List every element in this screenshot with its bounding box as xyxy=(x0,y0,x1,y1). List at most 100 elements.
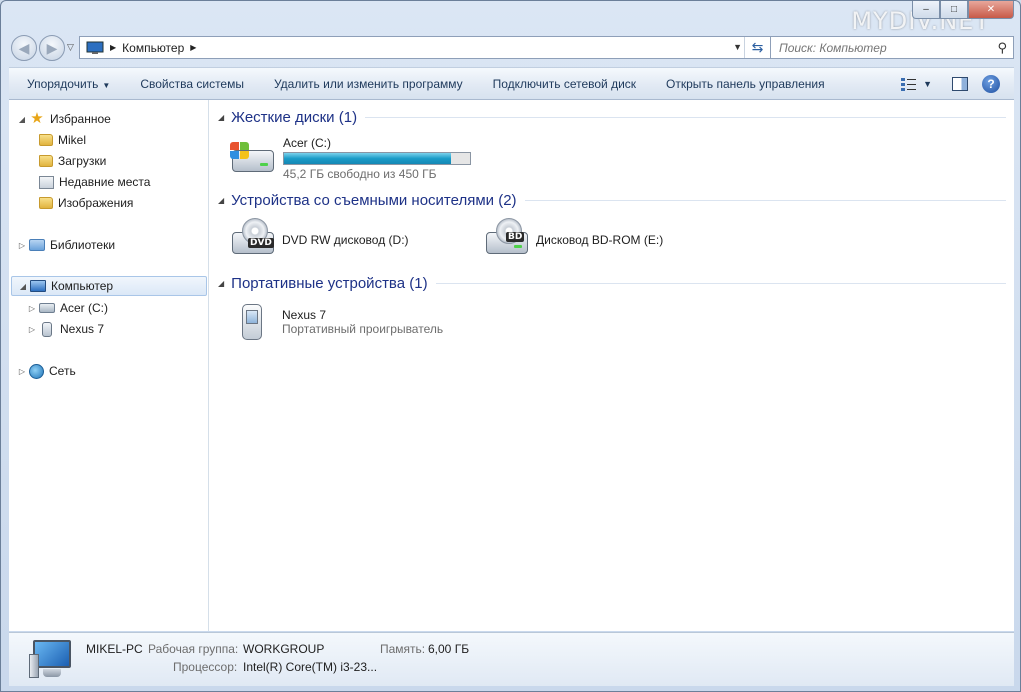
tree-favorites-label: Избранное xyxy=(50,112,111,126)
drive-dvd-d[interactable]: DVD DVD RW дисковод (D:) xyxy=(228,218,409,262)
tree-network-label: Сеть xyxy=(49,364,76,378)
group-header-hard-drives[interactable]: ◢ Жесткие диски (1) xyxy=(218,109,1006,126)
device-type: Портативный проигрыватель xyxy=(282,322,444,336)
tree-libraries-label: Библиотеки xyxy=(50,238,116,252)
view-options-chevron-icon[interactable]: ▼ xyxy=(923,79,932,89)
group-title: Устройства со съемными носителями (2) xyxy=(231,192,517,209)
computer-icon xyxy=(30,280,46,292)
tree-item-acer-c[interactable]: ▷ Acer (C:) xyxy=(27,298,108,318)
open-control-panel-button[interactable]: Открыть панель управления xyxy=(651,77,840,91)
tree-computer-label: Компьютер xyxy=(51,279,114,293)
drive-usage-fill xyxy=(284,153,452,164)
address-dropdown-icon[interactable]: ▼ xyxy=(733,42,742,52)
folder-icon xyxy=(39,134,53,146)
portable-device-icon xyxy=(42,321,52,337)
tree-favorites[interactable]: ◢ ★ Избранное xyxy=(17,109,111,129)
memory-label: Память: xyxy=(380,642,426,656)
minimize-button[interactable]: – xyxy=(912,1,940,19)
search-input[interactable] xyxy=(779,40,979,55)
recent-places-icon xyxy=(39,175,54,189)
toolbar-right: ▼ ? xyxy=(901,68,1014,99)
recent-pages-dropdown[interactable]: ▽ xyxy=(67,42,74,53)
bd-drive-icon: BD xyxy=(482,218,530,262)
group-title: Жесткие диски (1) xyxy=(231,109,358,126)
forward-button[interactable]: ▶ xyxy=(39,35,65,61)
address-bar[interactable]: ▶ Компьютер ▶ ▼ ⇆ xyxy=(79,36,771,59)
device-nexus7[interactable]: Nexus 7 Портативный проигрыватель xyxy=(228,302,443,346)
breadcrumb-arrow-icon[interactable]: ▶ xyxy=(190,43,196,52)
tree-network[interactable]: ▷ Сеть xyxy=(17,361,76,381)
collapse-triangle-icon[interactable]: ◢ xyxy=(18,282,28,291)
items-pane: ◢ Жесткие диски (1) Acer (C:) 45,2 ГБ св… xyxy=(210,100,1014,631)
tree-computer[interactable]: ◢ Компьютер xyxy=(11,276,207,296)
breadcrumb-arrow-icon[interactable]: ▶ xyxy=(110,43,116,52)
workgroup-label: Рабочая группа: xyxy=(148,642,239,656)
group-divider xyxy=(435,283,1006,284)
drive-name: DVD RW дисковод (D:) xyxy=(282,233,409,247)
collapse-triangle-icon[interactable]: ◢ xyxy=(218,279,224,288)
expand-triangle-icon[interactable]: ▷ xyxy=(17,367,27,376)
group-header-removable[interactable]: ◢ Устройства со съемными носителями (2) xyxy=(218,192,1006,209)
drive-bd-e[interactable]: BD Дисковод BD-ROM (E:) xyxy=(482,218,663,262)
change-view-icon[interactable] xyxy=(901,77,917,91)
system-properties-button[interactable]: Свойства системы xyxy=(125,77,259,91)
collapse-triangle-icon[interactable]: ◢ xyxy=(218,196,224,205)
back-arrow-icon: ◀ xyxy=(18,39,30,56)
caption-buttons: – □ ✕ xyxy=(912,1,1014,19)
dvd-drive-icon: DVD xyxy=(228,218,276,262)
uninstall-program-button[interactable]: Удалить или изменить программу xyxy=(259,77,478,91)
navigation-row: ◀ ▶ ▽ ▶ Компьютер ▶ ▼ ⇆ ⚲ xyxy=(9,33,1014,61)
expand-triangle-icon[interactable]: ▷ xyxy=(17,241,27,250)
tree-item-recent-places[interactable]: Недавние места xyxy=(37,172,150,192)
tree-item-label: Недавние места xyxy=(59,175,151,189)
drive-name: Acer (C:) xyxy=(283,136,331,150)
group-title: Портативные устройства (1) xyxy=(231,275,428,292)
organize-label: Упорядочить xyxy=(27,76,99,91)
drive-free-space: 45,2 ГБ свободно из 450 ГБ xyxy=(283,167,437,181)
group-header-portable[interactable]: ◢ Портативные устройства (1) xyxy=(218,275,1006,292)
cpu-value: Intel(R) Core(TM) i3-23... xyxy=(243,660,378,674)
hard-drive-icon xyxy=(228,136,276,180)
expand-triangle-icon[interactable]: ▷ xyxy=(27,304,37,313)
memory-value: 6,00 ГБ xyxy=(428,642,470,656)
pictures-folder-icon xyxy=(39,197,53,209)
breadcrumb-computer[interactable]: Компьютер xyxy=(122,41,184,55)
libraries-icon xyxy=(29,239,45,251)
maximize-button[interactable]: □ xyxy=(940,1,968,19)
workgroup-value: WORKGROUP xyxy=(243,642,325,656)
help-icon[interactable]: ? xyxy=(982,74,1000,93)
cpu-label: Процессор: xyxy=(173,660,238,674)
hard-drive-icon xyxy=(39,303,55,313)
tree-item-downloads[interactable]: Загрузки xyxy=(37,151,106,171)
tree-item-nexus7[interactable]: ▷ Nexus 7 xyxy=(27,319,104,339)
star-icon: ★ xyxy=(30,110,44,127)
search-box[interactable]: ⚲ xyxy=(770,36,1014,59)
refresh-icon[interactable]: ⇆ xyxy=(744,37,770,58)
pc-name: MIKEL-PC xyxy=(86,642,143,656)
downloads-folder-icon xyxy=(39,155,53,167)
tree-item-pictures[interactable]: Изображения xyxy=(37,193,133,213)
tree-item-label: Acer (C:) xyxy=(60,301,108,315)
tree-item-label: Изображения xyxy=(58,196,134,210)
computer-icon xyxy=(86,41,104,54)
device-name: Nexus 7 xyxy=(282,308,327,322)
forward-arrow-icon: ▶ xyxy=(46,39,58,56)
expand-triangle-icon[interactable]: ▷ xyxy=(27,325,37,334)
explorer-window: MYDIV.NET – □ ✕ ◀ ▶ ▽ ▶ Компьютер ▶ ▼ ⇆ … xyxy=(0,0,1021,692)
tree-libraries[interactable]: ▷ Библиотеки xyxy=(17,235,115,255)
collapse-triangle-icon[interactable]: ◢ xyxy=(218,113,224,122)
search-icon[interactable]: ⚲ xyxy=(997,40,1007,56)
computer-monitor-icon xyxy=(29,640,73,680)
portable-player-icon xyxy=(228,302,276,346)
tree-item-label: Nexus 7 xyxy=(60,322,105,336)
network-icon xyxy=(29,363,44,379)
preview-pane-icon[interactable] xyxy=(952,76,968,91)
organize-button[interactable]: Упорядочить ▼ xyxy=(9,77,125,91)
tree-item-mikel[interactable]: Mikel xyxy=(37,130,86,150)
close-button[interactable]: ✕ xyxy=(968,1,1014,19)
map-network-drive-button[interactable]: Подключить сетевой диск xyxy=(478,77,651,91)
collapse-triangle-icon[interactable]: ◢ xyxy=(17,115,27,124)
drive-acer-c[interactable]: Acer (C:) 45,2 ГБ свободно из 450 ГБ xyxy=(228,136,471,181)
back-button[interactable]: ◀ xyxy=(11,35,37,61)
details-pane: MIKEL-PC Рабочая группа: WORKGROUP Памят… xyxy=(9,632,1014,686)
